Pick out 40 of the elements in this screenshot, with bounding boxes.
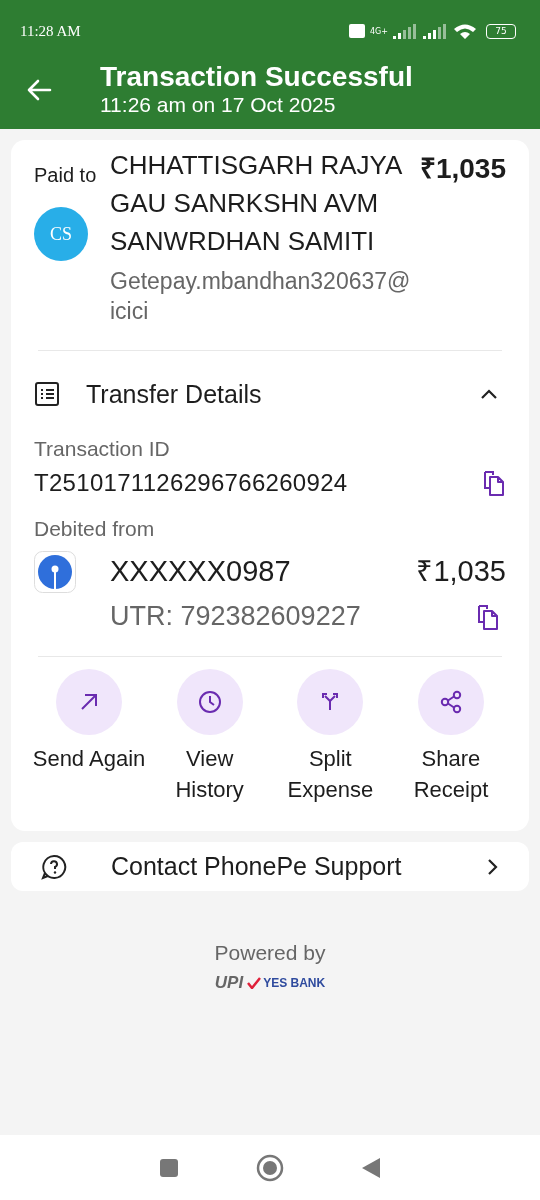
recents-icon[interactable] [158, 1157, 179, 1178]
support-button[interactable]: Contact PhonePe Support [11, 842, 529, 891]
status-time: 11:28 AM [20, 22, 81, 40]
signal-icon [392, 23, 418, 39]
back-icon[interactable] [361, 1156, 382, 1179]
section-title: Transfer Details [86, 379, 263, 409]
field-label: Debited from [34, 517, 156, 541]
action-label: View History [174, 745, 245, 804]
bank-logo-icon [34, 551, 76, 593]
help-icon [41, 853, 67, 880]
signal-icon [422, 23, 448, 39]
wifi-icon [452, 22, 478, 40]
network-type: 4G+ [370, 26, 388, 36]
copy-icon[interactable] [476, 603, 500, 631]
payee-avatar: CS [34, 207, 88, 261]
paid-to-label: Paid to [34, 164, 98, 187]
list-icon [34, 381, 60, 407]
action-label: Share Receipt [412, 745, 490, 804]
copy-icon[interactable] [482, 469, 506, 497]
upi-id: Getepay.mbandhan320637@icici [110, 267, 412, 326]
field-label: Transaction ID [34, 437, 171, 461]
transaction-time: 11:26 am on 17 Oct 2025 [100, 92, 337, 118]
powered-by-text: Powered by [214, 941, 326, 965]
chevron-icon[interactable] [480, 388, 498, 400]
chevron-right-icon [487, 857, 499, 876]
amount: ₹1,035 [419, 152, 506, 186]
payee-name: CHHATTISGARH RAJYA GAU SANRKSHN AVM SANWRDHAN SAMITI [110, 149, 403, 258]
battery-level: 75 [495, 26, 507, 36]
home-icon[interactable] [256, 1153, 284, 1182]
account-number: XXXXXX0987 [110, 554, 292, 589]
back-arrow-icon[interactable] [26, 79, 52, 101]
transaction-id: T2510171126296766260924 [34, 469, 348, 497]
checkmark-icon [247, 977, 262, 989]
screen-title: Transaction Successful [100, 62, 413, 92]
utr-number: UTR: 792382609227 [110, 601, 362, 632]
amount: ₹1,035 [416, 554, 506, 589]
bank-logo: YES BANK [263, 976, 326, 990]
upi-logo: UPI [214, 973, 244, 993]
action-label: Send Again [32, 745, 146, 773]
action-label: Split Expense [286, 745, 375, 804]
